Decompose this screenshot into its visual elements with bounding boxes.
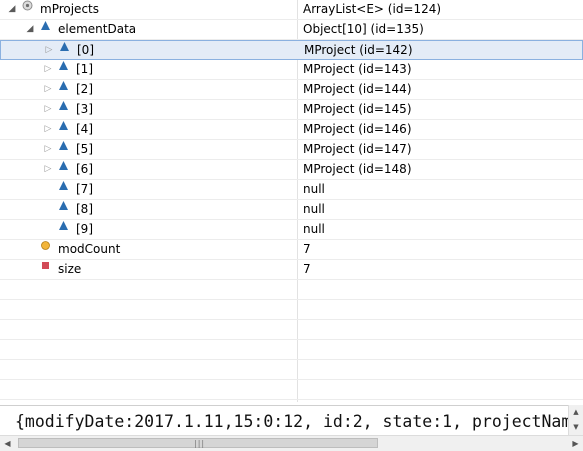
empty-row xyxy=(0,280,583,300)
name-cell: [7] xyxy=(0,180,296,199)
field-triangle-icon xyxy=(58,220,70,239)
name-cell: ◢ mProjects xyxy=(0,0,296,19)
empty-row xyxy=(0,320,583,340)
variable-name: elementData xyxy=(58,22,137,36)
name-cell: [9] xyxy=(0,220,296,239)
scroll-right-icon[interactable]: ▶ xyxy=(568,436,583,451)
tree-row[interactable]: [8] null xyxy=(0,200,583,220)
empty-row xyxy=(0,360,583,380)
field-triangle-icon xyxy=(40,20,52,39)
collapsed-arrow-icon[interactable]: ▷ xyxy=(42,100,54,119)
name-cell: modCount xyxy=(0,240,296,259)
variable-value: Object[10] (id=135) xyxy=(303,22,424,36)
empty-row xyxy=(0,340,583,360)
field-triangle-icon xyxy=(58,120,70,139)
field-triangle-icon xyxy=(58,160,70,179)
field-triangle-icon xyxy=(59,41,71,60)
tree-row[interactable]: ▷ [1] MProject (id=143) xyxy=(0,60,583,80)
detail-pane[interactable]: {modifyDate:2017.1.11,15:0:12, id:2, sta… xyxy=(0,405,583,436)
variable-name: [4] xyxy=(76,122,93,136)
variable-name: [3] xyxy=(76,102,93,116)
object-icon xyxy=(22,0,34,19)
tree-row[interactable]: size 7 xyxy=(0,260,583,280)
variable-name: [8] xyxy=(76,202,93,216)
expanded-arrow-icon[interactable]: ◢ xyxy=(6,0,18,19)
private-field-square-icon xyxy=(40,260,52,279)
collapsed-arrow-icon[interactable]: ▷ xyxy=(42,140,54,159)
field-triangle-icon xyxy=(58,140,70,159)
variable-name: mProjects xyxy=(40,2,99,16)
tree-row[interactable]: modCount 7 xyxy=(0,240,583,260)
field-triangle-icon xyxy=(58,180,70,199)
collapsed-arrow-icon[interactable]: ▷ xyxy=(42,120,54,139)
variable-value: MProject (id=144) xyxy=(303,82,412,96)
tree-row[interactable]: ▷ [5] MProject (id=147) xyxy=(0,140,583,160)
empty-row xyxy=(0,380,583,400)
empty-row xyxy=(0,300,583,320)
name-cell: ◢ elementData xyxy=(0,20,296,39)
tree-row[interactable]: [9] null xyxy=(0,220,583,240)
collapsed-arrow-icon[interactable]: ▷ xyxy=(42,160,54,179)
name-cell: ▷ [3] xyxy=(0,100,296,119)
name-cell: ▷ [1] xyxy=(0,60,296,79)
name-cell: ▷ [5] xyxy=(0,140,296,159)
name-cell: ▷ [4] xyxy=(0,120,296,139)
name-cell: ▷ [2] xyxy=(0,80,296,99)
detail-vertical-scrollbar[interactable]: ▲ ▼ xyxy=(568,405,583,435)
variable-name: [2] xyxy=(76,82,93,96)
collapsed-arrow-icon[interactable]: ▷ xyxy=(42,60,54,79)
scroll-down-icon[interactable]: ▼ xyxy=(569,420,583,435)
tree-row[interactable]: ◢ elementData Object[10] (id=135) xyxy=(0,20,583,40)
field-triangle-icon xyxy=(58,200,70,219)
variable-value: ArrayList<E> (id=124) xyxy=(303,2,442,16)
variables-tree[interactable]: ◢ mProjects ArrayList<E> (id=124) ◢ elementD… xyxy=(0,0,583,402)
scroll-up-icon[interactable]: ▲ xyxy=(569,405,583,420)
variable-value: MProject (id=143) xyxy=(303,62,412,76)
variable-name: [7] xyxy=(76,182,93,196)
tree-row[interactable]: ▷ [6] MProject (id=148) xyxy=(0,160,583,180)
name-cell: size xyxy=(0,260,296,279)
name-cell: ▷ [0] xyxy=(1,41,297,60)
variable-name: modCount xyxy=(58,242,121,256)
variable-value: null xyxy=(303,202,325,216)
scroll-left-icon[interactable]: ◀ xyxy=(0,436,15,451)
horizontal-scrollbar[interactable]: ◀ ||| ▶ xyxy=(0,435,583,451)
tree-row[interactable]: ▷ [2] MProject (id=144) xyxy=(0,80,583,100)
collapsed-arrow-icon[interactable]: ▷ xyxy=(43,41,55,60)
field-triangle-icon xyxy=(58,60,70,79)
tree-row[interactable]: ▷ [3] MProject (id=145) xyxy=(0,100,583,120)
variable-name: [6] xyxy=(76,162,93,176)
grip-icon: ||| xyxy=(194,439,206,448)
variable-name: [5] xyxy=(76,142,93,156)
variable-name: size xyxy=(58,262,82,276)
expanded-arrow-icon[interactable]: ◢ xyxy=(24,20,36,39)
variable-value: MProject (id=145) xyxy=(303,102,412,116)
variable-value: null xyxy=(303,222,325,236)
name-cell: ▷ [6] xyxy=(0,160,296,179)
horizontal-scroll-thumb[interactable]: ||| xyxy=(18,438,378,448)
tree-row[interactable]: ▷ [0] MProject (id=142) xyxy=(0,40,583,60)
tree-row[interactable]: ◢ mProjects ArrayList<E> (id=124) xyxy=(0,0,583,20)
variable-value: null xyxy=(303,182,325,196)
tree-row[interactable]: ▷ [4] MProject (id=146) xyxy=(0,120,583,140)
variable-value: 7 xyxy=(303,262,311,276)
variable-name: [0] xyxy=(77,43,94,57)
name-cell: [8] xyxy=(0,200,296,219)
tree-row[interactable]: [7] null xyxy=(0,180,583,200)
variable-value: MProject (id=146) xyxy=(303,122,412,136)
field-triangle-icon xyxy=(58,100,70,119)
variable-value: MProject (id=147) xyxy=(303,142,412,156)
protected-field-dot-icon xyxy=(40,240,52,259)
field-triangle-icon xyxy=(58,80,70,99)
variable-value: MProject (id=148) xyxy=(303,162,412,176)
variable-name: [1] xyxy=(76,62,93,76)
collapsed-arrow-icon[interactable]: ▷ xyxy=(42,80,54,99)
variable-value: MProject (id=142) xyxy=(304,43,413,57)
detail-text: {modifyDate:2017.1.11,15:0:12, id:2, sta… xyxy=(15,412,572,431)
variable-name: [9] xyxy=(76,222,93,236)
variable-value: 7 xyxy=(303,242,311,256)
